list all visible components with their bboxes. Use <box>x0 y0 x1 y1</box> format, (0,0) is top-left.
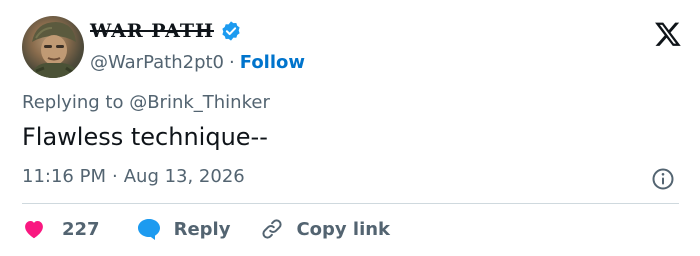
avatar[interactable] <box>22 16 84 78</box>
author-handle[interactable]: @WarPath2pt0 <box>90 52 224 73</box>
author-display-name[interactable]: WAR PATH <box>90 20 214 42</box>
soldier-portrait-icon <box>30 22 80 78</box>
x-logo-icon[interactable] <box>654 20 682 48</box>
copy-link-label: Copy link <box>296 218 391 240</box>
reply-label: Reply <box>173 218 231 240</box>
follow-button[interactable]: Follow <box>240 52 305 73</box>
tweet-header: WAR PATH @WarPath2pt0 · Follow <box>22 16 682 78</box>
tweet-body: Flawless technique-- <box>22 123 268 151</box>
author-name-row: WAR PATH <box>90 20 242 42</box>
handle-separator: · <box>229 52 235 73</box>
link-icon <box>262 219 282 239</box>
tweet-time: 11:16 PM <box>22 166 106 187</box>
heart-icon <box>25 221 43 239</box>
tweet-timestamp[interactable]: 11:16 PM · Aug 13, 2026 <box>22 166 245 187</box>
reply-button[interactable]: Reply <box>136 217 231 241</box>
info-icon[interactable] <box>651 167 675 191</box>
copy-link-button[interactable]: Copy link <box>260 217 390 241</box>
tweet-date: Aug 13, 2026 <box>123 166 245 187</box>
like-button[interactable]: 227 <box>22 217 100 241</box>
divider <box>22 203 679 204</box>
reply-bubble-icon <box>137 219 160 240</box>
like-count: 227 <box>62 218 100 240</box>
timestamp-separator: · <box>111 166 118 187</box>
author-handle-row: @WarPath2pt0 · Follow <box>90 52 305 73</box>
tweet-actions: 227 Reply Copy link <box>22 213 390 245</box>
verified-badge-icon <box>222 21 240 41</box>
replying-to-text[interactable]: Replying to @Brink_Thinker <box>22 92 270 113</box>
